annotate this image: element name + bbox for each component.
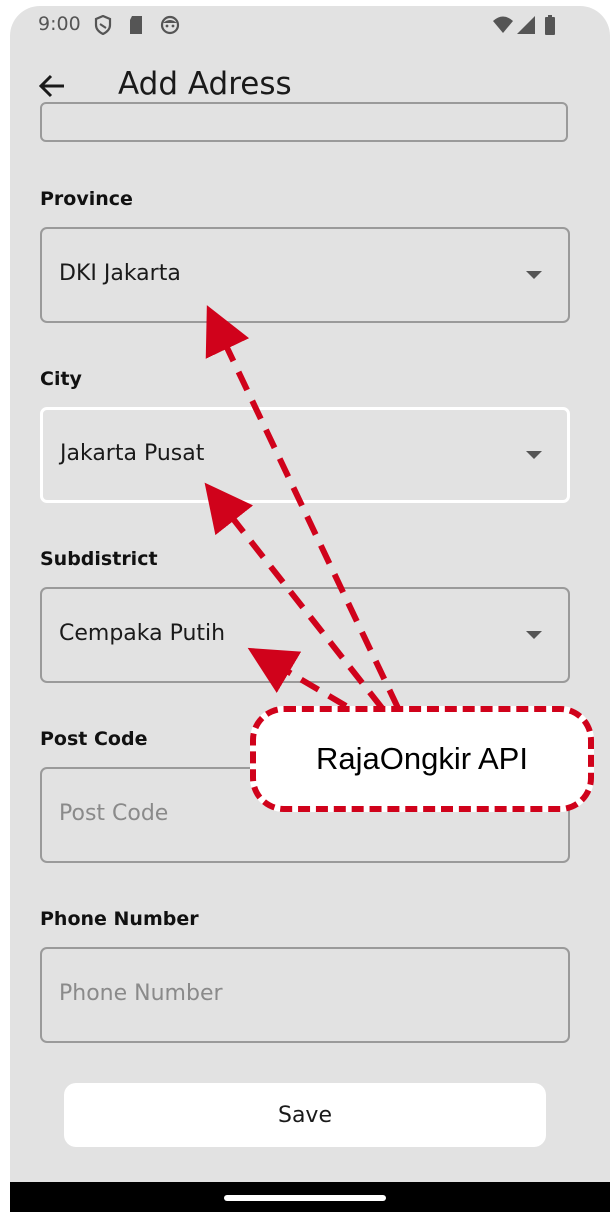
dropdown-arrow-icon (526, 271, 542, 279)
dropdown-arrow-icon (526, 631, 542, 639)
shield-icon (94, 15, 112, 35)
post-code-placeholder: Post Code (59, 801, 169, 826)
province-value: DKI Jakarta (59, 261, 181, 286)
city-dropdown[interactable]: Jakarta Pusat (40, 407, 570, 503)
face-icon (160, 15, 180, 35)
phone-number-label: Phone Number (40, 908, 199, 930)
subdistrict-label: Subdistrict (40, 548, 158, 570)
back-arrow-icon[interactable] (36, 70, 68, 102)
rajaongkir-api-callout: RajaOngkir API (250, 706, 594, 812)
home-indicator[interactable] (224, 1195, 386, 1201)
subdistrict-value: Cempaka Putih (59, 621, 226, 646)
status-time: 9:00 (38, 13, 81, 35)
phone-number-placeholder: Phone Number (59, 981, 223, 1006)
subdistrict-dropdown[interactable]: Cempaka Putih (40, 587, 570, 683)
phone-number-input[interactable]: Phone Number (40, 947, 570, 1043)
page-title: Add Adress (118, 66, 292, 102)
dropdown-arrow-icon (526, 451, 542, 459)
battery-icon (545, 15, 555, 35)
province-dropdown[interactable]: DKI Jakarta (40, 227, 570, 323)
phone-screen: 9:00 Add Adress Province DKI Jakarta Cit… (10, 6, 610, 1212)
wifi-icon (493, 16, 513, 33)
city-value: Jakarta Pusat (60, 441, 205, 466)
address-form[interactable]: Province DKI Jakarta City Jakarta Pusat … (10, 102, 610, 1182)
signal-icon (517, 16, 535, 34)
status-bar: 9:00 (10, 6, 610, 42)
callout-text: RajaOngkir API (316, 741, 528, 776)
city-label: City (40, 368, 82, 390)
save-button[interactable]: Save (64, 1083, 546, 1147)
post-code-label: Post Code (40, 728, 148, 750)
province-label: Province (40, 188, 133, 210)
previous-field-partial[interactable] (40, 102, 568, 142)
sd-card-icon (130, 16, 142, 34)
system-navigation-bar (10, 1182, 610, 1212)
